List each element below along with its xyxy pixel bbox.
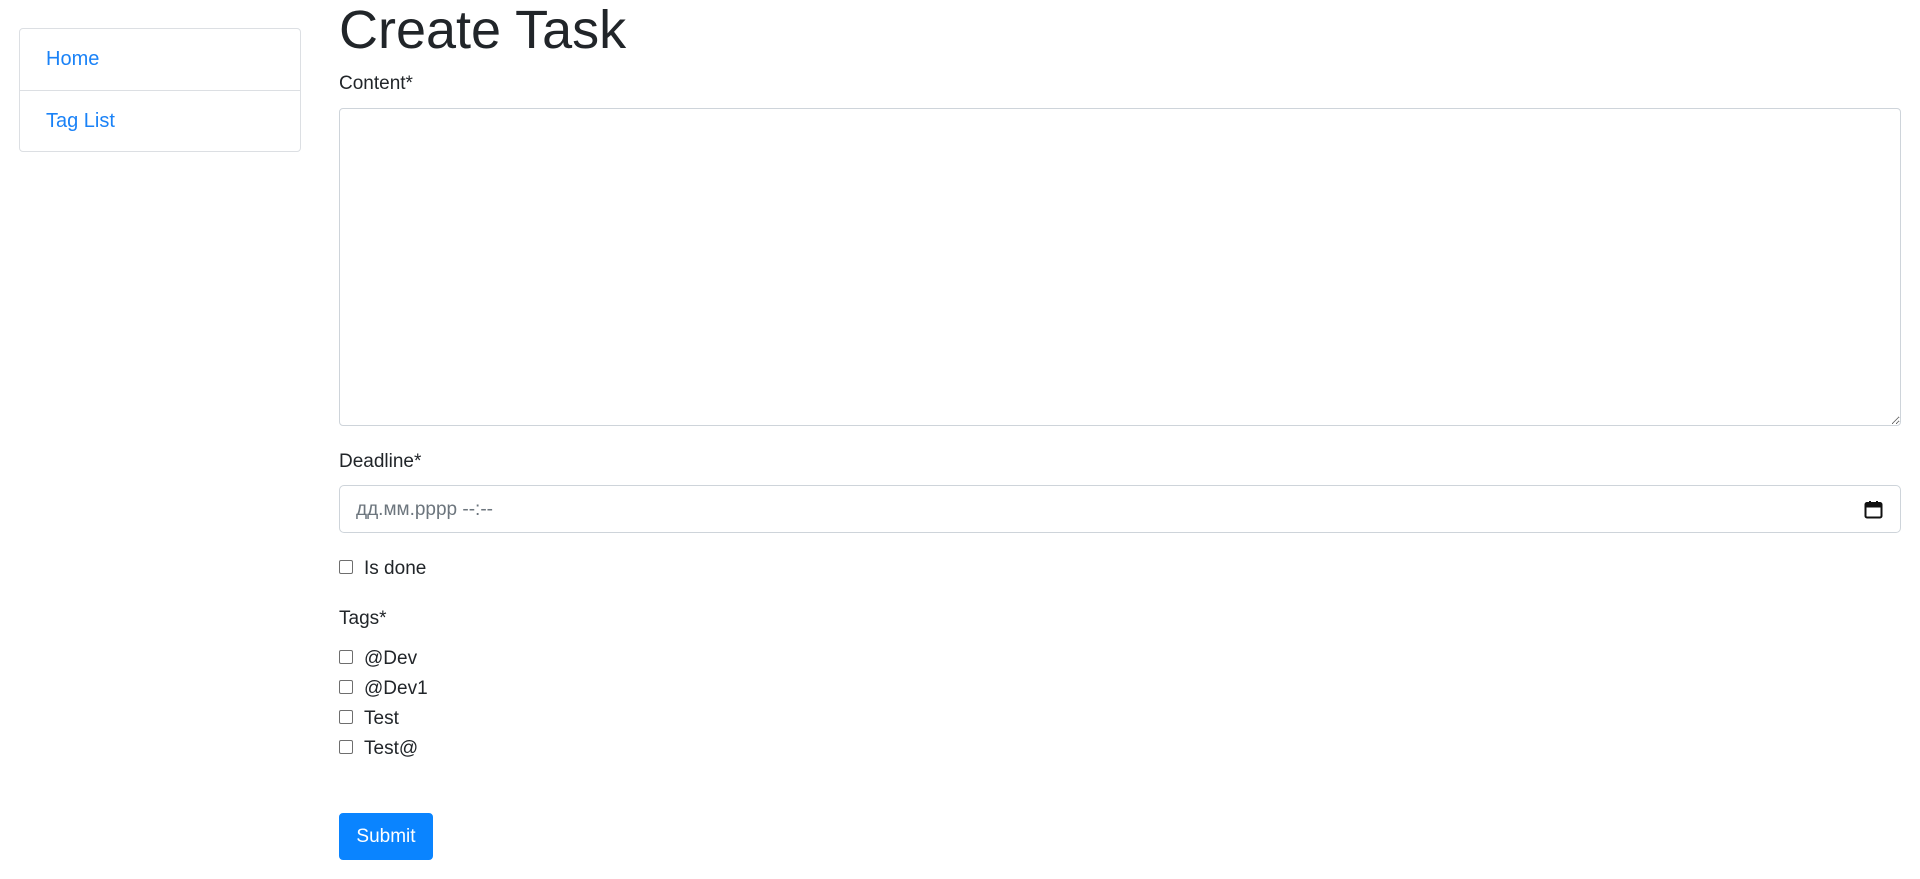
content-label: Content*	[339, 73, 413, 94]
tag-checkbox-dev[interactable]	[339, 650, 353, 664]
deadline-datetime-input[interactable]: дд.мм.рррр --:--	[339, 485, 1901, 533]
calendar-icon[interactable]	[1864, 500, 1883, 519]
tag-checkbox-test-at[interactable]	[339, 740, 353, 754]
deadline-label: Deadline*	[339, 451, 422, 472]
tag-row: Test@	[339, 737, 418, 761]
sidebar-item-home[interactable]: Home	[20, 29, 300, 90]
tag-row: @Dev1	[339, 677, 428, 701]
tag-row: @Dev	[339, 647, 417, 671]
tag-label: @Dev1	[364, 678, 428, 699]
submit-button[interactable]: Submit	[339, 813, 433, 860]
tag-label: Test	[364, 708, 399, 729]
content-textarea[interactable]	[339, 108, 1901, 426]
sidebar-item-tag-list[interactable]: Tag List	[20, 90, 300, 151]
is-done-label: Is done	[364, 558, 427, 579]
is-done-checkbox[interactable]	[339, 560, 353, 574]
is-done-row: Is done	[339, 557, 426, 581]
tag-checkbox-test[interactable]	[339, 710, 353, 724]
tag-row: Test	[339, 707, 399, 731]
sidebar-nav: Home Tag List	[19, 28, 301, 152]
tag-label: @Dev	[364, 648, 418, 669]
tags-label: Tags*	[339, 608, 387, 629]
tag-label: Test@	[364, 738, 419, 759]
deadline-placeholder: дд.мм.рррр --:--	[356, 499, 493, 520]
tag-checkbox-dev1[interactable]	[339, 680, 353, 694]
page-title: Create Task	[339, 0, 627, 60]
